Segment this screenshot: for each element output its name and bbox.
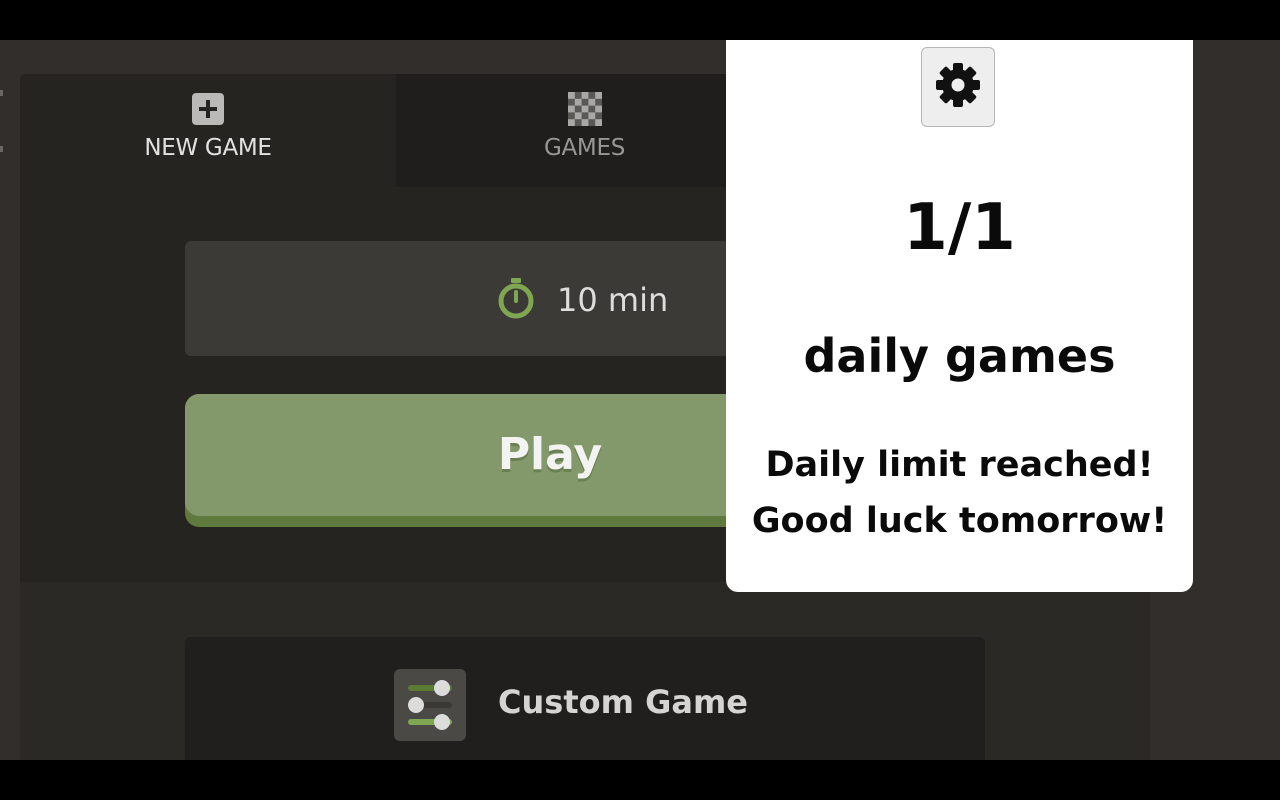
sliders-icon <box>394 669 466 741</box>
daily-limit-popup: 1/1 daily games Daily limit reached! Goo… <box>726 40 1193 592</box>
tab-new-game[interactable]: NEW GAME <box>20 74 396 187</box>
tab-games[interactable]: GAMES <box>396 74 773 187</box>
stopwatch-icon <box>495 277 537 323</box>
limit-message: Daily limit reached! <box>765 445 1154 485</box>
games-count: 1/1 <box>903 191 1016 265</box>
settings-button[interactable] <box>921 47 995 127</box>
tab-games-label: GAMES <box>543 135 626 161</box>
time-control-label: 10 min <box>557 281 669 319</box>
popup-title: daily games <box>803 329 1116 383</box>
tab-new-game-label: NEW GAME <box>144 135 272 161</box>
plus-square-icon <box>191 92 225 126</box>
custom-game-button[interactable]: Custom Game <box>185 637 985 760</box>
gear-icon <box>934 61 982 113</box>
lower-section: Custom Game <box>20 582 1150 760</box>
custom-game-label: Custom Game <box>498 683 748 721</box>
edge-markers <box>0 90 4 160</box>
chessboard-icon <box>567 92 602 126</box>
encouragement-message: Good luck tomorrow! <box>751 501 1168 541</box>
